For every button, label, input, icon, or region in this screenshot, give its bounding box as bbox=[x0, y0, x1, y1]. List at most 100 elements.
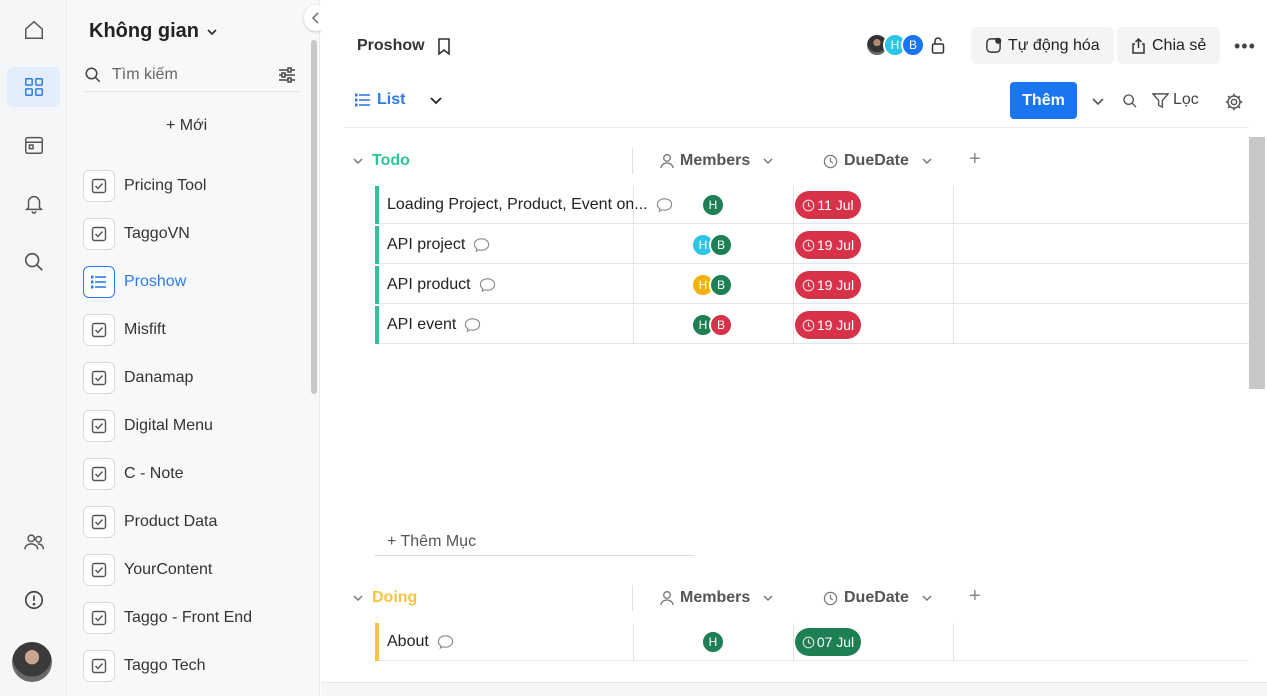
row-members[interactable]: HB bbox=[691, 233, 733, 257]
project-members[interactable]: H B bbox=[865, 33, 945, 57]
column-members-header[interactable]: Members bbox=[660, 589, 774, 607]
due-date-badge[interactable]: 19 Jul bbox=[795, 311, 861, 339]
row-members[interactable]: HB bbox=[691, 273, 733, 297]
add-column-plus-icon[interactable]: + bbox=[969, 585, 981, 608]
more-options-button[interactable]: ••• bbox=[1234, 36, 1256, 57]
sidebar-item[interactable]: Danamap bbox=[83, 361, 193, 395]
add-options-chevron-icon[interactable] bbox=[1091, 95, 1105, 109]
row-members[interactable]: H bbox=[701, 630, 725, 654]
comment-icon[interactable] bbox=[656, 197, 673, 213]
column-duedate-header[interactable]: DueDate bbox=[823, 152, 933, 170]
sidebar-search bbox=[84, 58, 300, 92]
task-name[interactable]: API project bbox=[387, 236, 490, 254]
user-avatar[interactable] bbox=[12, 642, 52, 682]
row-members[interactable]: H bbox=[701, 193, 725, 217]
task-name[interactable]: About bbox=[387, 633, 454, 651]
sidebar-search-input[interactable] bbox=[112, 65, 262, 84]
chevron-down-icon bbox=[763, 595, 773, 602]
workspace-title[interactable]: Không gian bbox=[89, 20, 219, 43]
tab-list[interactable]: List bbox=[355, 91, 405, 109]
new-space-button[interactable]: + Mới bbox=[166, 117, 207, 135]
sidebar-item[interactable]: Taggo - Front End bbox=[83, 601, 252, 635]
sidebar-item[interactable]: Proshow bbox=[83, 265, 186, 299]
automation-icon bbox=[986, 37, 1002, 53]
toolbar-divider bbox=[344, 127, 1249, 128]
calendar-icon[interactable] bbox=[7, 125, 60, 165]
automation-button[interactable]: Tự động hóa bbox=[971, 27, 1114, 64]
sidebar-item[interactable]: Pricing Tool bbox=[83, 169, 206, 203]
due-date-label: 19 Jul bbox=[816, 237, 855, 253]
chevron-down-icon bbox=[763, 158, 773, 165]
search-icon[interactable] bbox=[7, 242, 60, 282]
filter-settings-icon[interactable] bbox=[278, 66, 296, 83]
group-color-bar bbox=[375, 226, 379, 264]
group-toggle[interactable]: Doing bbox=[352, 589, 417, 607]
table-row[interactable]: API event H B 19 Jul bbox=[375, 306, 1249, 344]
column-duedate-header[interactable]: DueDate bbox=[823, 589, 933, 607]
avatar: H bbox=[701, 630, 725, 654]
checkbox-icon bbox=[83, 218, 115, 250]
view-switch-chevron-icon[interactable] bbox=[429, 94, 443, 108]
sidebar-item-label: Digital Menu bbox=[124, 417, 213, 434]
column-label: Members bbox=[680, 152, 751, 169]
bell-icon[interactable] bbox=[7, 183, 60, 223]
comment-icon[interactable] bbox=[464, 317, 481, 333]
add-column-plus-icon[interactable]: + bbox=[969, 148, 981, 171]
sidebar-item[interactable]: TaggoVN bbox=[83, 217, 190, 251]
main-panel: Proshow H B Tự động hóa Chia sẻ ••• List… bbox=[321, 0, 1267, 696]
team-icon[interactable] bbox=[7, 522, 60, 562]
group-color-bar bbox=[375, 186, 379, 224]
app-root: Không gian + Mới Pricing Tool TaggoVN Pros… bbox=[0, 0, 1267, 696]
due-date-label: 07 Jul bbox=[816, 634, 855, 650]
task-name[interactable]: Loading Project, Product, Event on... bbox=[387, 196, 673, 214]
task-name[interactable]: API product bbox=[387, 276, 496, 294]
home-icon[interactable] bbox=[7, 10, 60, 50]
task-name[interactable]: API event bbox=[387, 316, 481, 334]
sidebar-item-label: Product Data bbox=[124, 513, 218, 530]
filter-button[interactable]: Lọc bbox=[1152, 91, 1199, 109]
column-members-header[interactable]: Members bbox=[660, 152, 774, 170]
sidebar-item[interactable]: YourContent bbox=[83, 553, 212, 587]
spaces-grid-icon[interactable] bbox=[7, 67, 60, 107]
bookmark-icon[interactable] bbox=[437, 37, 451, 55]
sidebar-item[interactable]: C - Note bbox=[83, 457, 184, 491]
due-date-badge[interactable]: 07 Jul bbox=[795, 628, 861, 656]
row-members[interactable]: HB bbox=[691, 313, 733, 337]
settings-gear-icon[interactable] bbox=[1224, 92, 1244, 112]
due-date-badge[interactable]: 19 Jul bbox=[795, 271, 861, 299]
sidebar-item[interactable]: Product Data bbox=[83, 505, 217, 539]
task-name-label: About bbox=[387, 633, 429, 650]
sidebar-item[interactable]: Misfift bbox=[83, 313, 166, 347]
unlock-icon[interactable] bbox=[931, 36, 945, 54]
table-row[interactable]: API project H B 19 Jul bbox=[375, 226, 1249, 264]
table-row[interactable]: Loading Project, Product, Event on... H 11… bbox=[375, 186, 1249, 224]
avatar: H bbox=[701, 193, 725, 217]
sidebar-item-label: Taggo - Front End bbox=[124, 609, 253, 626]
checkbox-icon bbox=[83, 170, 115, 202]
checkbox-icon bbox=[83, 554, 115, 586]
sidebar-scrollbar[interactable] bbox=[311, 40, 317, 394]
page-title: Proshow bbox=[357, 37, 451, 55]
search-icon[interactable] bbox=[1122, 93, 1138, 109]
main-scrollbar[interactable] bbox=[1249, 137, 1265, 389]
column-label: Members bbox=[680, 589, 751, 606]
add-button[interactable]: Thêm bbox=[1010, 82, 1077, 119]
table-row[interactable]: API product H B 19 Jul bbox=[375, 266, 1249, 304]
group-color-bar bbox=[375, 306, 379, 344]
share-button[interactable]: Chia sẻ bbox=[1117, 27, 1221, 64]
add-item-button[interactable]: + Thêm Mục bbox=[374, 528, 694, 556]
sidebar-item-label: YourContent bbox=[124, 561, 213, 578]
avatar: B bbox=[901, 33, 925, 57]
info-alert-icon[interactable] bbox=[7, 580, 60, 620]
checkbox-icon bbox=[83, 410, 115, 442]
table-row[interactable]: About H 07 Jul bbox=[375, 623, 1249, 661]
sidebar-item[interactable]: Digital Menu bbox=[83, 409, 213, 443]
group-toggle[interactable]: Todo bbox=[352, 152, 410, 170]
due-date-badge[interactable]: 11 Jul bbox=[795, 191, 861, 219]
comment-icon[interactable] bbox=[473, 237, 490, 253]
comment-icon[interactable] bbox=[437, 634, 454, 650]
comment-icon[interactable] bbox=[479, 277, 496, 293]
chevron-left-icon bbox=[311, 12, 319, 24]
due-date-badge[interactable]: 19 Jul bbox=[795, 231, 861, 259]
sidebar-item[interactable]: Taggo Tech bbox=[83, 649, 206, 683]
